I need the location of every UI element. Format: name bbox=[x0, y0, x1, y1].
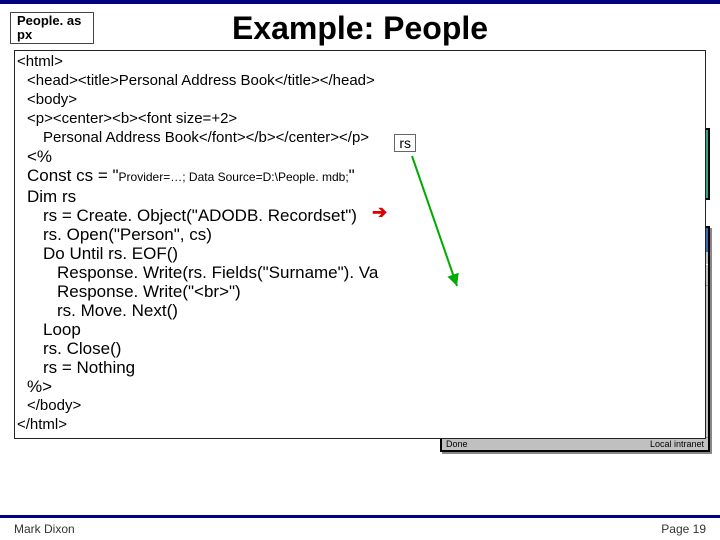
slide-title: Example: People bbox=[14, 8, 706, 47]
code-line: rs. Move. Next() bbox=[17, 301, 701, 320]
rs-badge: rs bbox=[394, 134, 416, 152]
code-line: rs = Nothing bbox=[17, 358, 701, 377]
arrow-red-icon: ➔ bbox=[372, 202, 387, 223]
footer-author: Mark Dixon bbox=[14, 522, 75, 536]
code-line: <head><title>Personal Address Book</titl… bbox=[17, 71, 701, 90]
code-frag: Provider=…; Data Source=D:\People. mdb; bbox=[119, 170, 349, 184]
code-line: </body> bbox=[17, 396, 701, 415]
code-frag: " bbox=[349, 166, 355, 185]
status-left: Done bbox=[446, 439, 468, 449]
code-line: rs. Close() bbox=[17, 339, 701, 358]
code-line: <html> bbox=[17, 52, 701, 71]
code-line: Dim rs bbox=[17, 187, 701, 206]
code-line: Do Until rs. EOF() bbox=[17, 244, 701, 263]
code-line: Const cs = "Provider=…; Data Source=D:\P… bbox=[17, 166, 701, 187]
code-line: Response. Write("<br>") bbox=[17, 282, 701, 301]
bottom-rule bbox=[0, 515, 720, 518]
code-line: <% bbox=[17, 147, 701, 166]
code-line: <p><center><b><font size=+2> bbox=[17, 109, 701, 128]
code-line: <body> bbox=[17, 90, 701, 109]
footer-page: Page 19 bbox=[661, 522, 706, 536]
code-line: Personal Address Book</font></b></center… bbox=[17, 128, 701, 147]
code-line: %> bbox=[17, 377, 701, 396]
status-right: Local intranet bbox=[650, 439, 704, 449]
file-tab: People. as px bbox=[10, 12, 94, 44]
code-line: Response. Write(rs. Fields("Surname"). V… bbox=[17, 263, 701, 282]
code-line: rs. Open("Person", cs) bbox=[17, 225, 701, 244]
arrow-green-icon bbox=[402, 156, 462, 301]
code-line: rs = Create. Object("ADODB. Recordset") bbox=[17, 206, 701, 225]
code-line: </html> bbox=[17, 415, 701, 434]
code-line: Loop bbox=[17, 320, 701, 339]
code-listing: <html> <head><title>Personal Address Boo… bbox=[14, 50, 706, 439]
code-frag: Const cs = " bbox=[27, 166, 119, 185]
